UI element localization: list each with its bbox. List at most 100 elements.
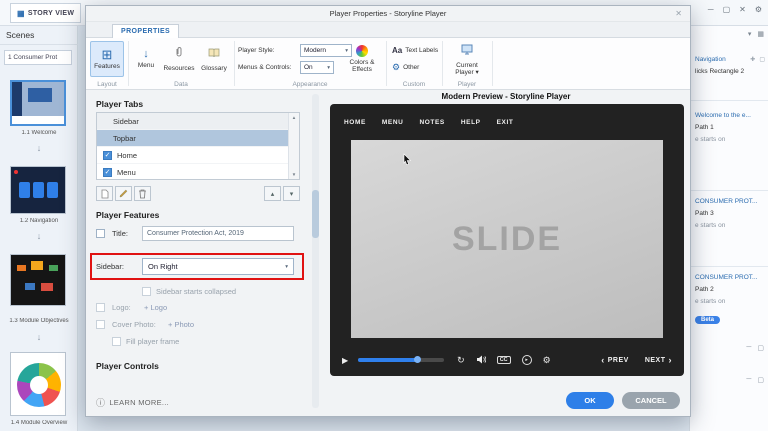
window-controls: ─ ▢ ✕ ⚙	[708, 5, 762, 14]
menu-label: Menu	[138, 62, 154, 69]
current-player-button[interactable]: Current Player ▾	[446, 41, 488, 77]
add-icon[interactable]: ✚	[750, 56, 755, 63]
delete-tab-button[interactable]	[134, 186, 151, 201]
ribbon-group-data: Data	[132, 81, 230, 88]
collapse-icon[interactable]: ─	[746, 376, 751, 384]
logo-checkbox[interactable]	[96, 303, 105, 312]
trigger-group-title[interactable]: Welcome to the e...	[695, 112, 751, 119]
captions-icon[interactable]: CC	[497, 356, 511, 364]
add-photo-link[interactable]: + Photo	[168, 320, 194, 329]
minimize-icon[interactable]: ─	[708, 5, 714, 14]
play-glyph: ▸	[525, 357, 528, 363]
trigger-group-title[interactable]: CONSUMER PROT...	[695, 198, 757, 205]
sidebar-collapsed-checkbox[interactable]	[142, 287, 151, 296]
text-labels-button[interactable]: Aa Text Labels	[392, 46, 438, 55]
scene-list-item[interactable]: 1 Consumer Prot	[4, 50, 72, 65]
player-settings-gear-icon[interactable]: ⚙	[543, 355, 551, 366]
ok-button[interactable]: OK	[566, 392, 614, 409]
cover-photo-checkbox[interactable]	[96, 320, 105, 329]
list-item-label: Menu	[117, 168, 136, 177]
other-button[interactable]: ⚙ Other	[392, 62, 419, 73]
tab-properties[interactable]: PROPERTIES	[112, 24, 179, 38]
trigger-group-title[interactable]: CONSUMER PROT...	[695, 274, 757, 281]
slide-thumbnail-4[interactable]	[10, 352, 66, 416]
slide-thumbnail-3[interactable]	[10, 254, 66, 306]
edit-tab-button[interactable]	[115, 186, 132, 201]
popout-icon[interactable]: ▢	[757, 376, 764, 384]
scenes-panel: Scenes 1 Consumer Prot 1.1 Welcome ↓ 1.2…	[0, 26, 78, 431]
move-down-button[interactable]: ▾	[283, 186, 300, 201]
player-preview-frame: HOME MENU NOTES HELP EXIT SLIDE ▶	[330, 104, 684, 376]
play-circle-icon[interactable]: ▸	[522, 355, 532, 365]
slide-thumbnail-2[interactable]	[10, 166, 66, 214]
trigger-item[interactable]: licks Rectangle 2	[695, 68, 744, 75]
slide-thumbnail-1[interactable]	[10, 80, 66, 126]
preview-nav-notes[interactable]: NOTES	[419, 119, 444, 126]
trigger-item[interactable]: Path 1	[695, 124, 714, 131]
list-item-home[interactable]: ✓ Home	[97, 147, 299, 164]
preview-nav-exit[interactable]: EXIT	[497, 119, 514, 126]
chevron-down-icon: ▾	[327, 65, 330, 71]
resources-button[interactable]: Resources	[162, 41, 196, 77]
divider	[492, 41, 493, 86]
title-value: Consumer Protection Act, 2019	[147, 230, 244, 237]
restore-icon[interactable]: ▢	[723, 5, 731, 14]
popout-icon[interactable]: ▢	[757, 344, 764, 352]
window-close-icon[interactable]: ✕	[739, 5, 746, 14]
colors-effects-button[interactable]: Colors & Effects	[342, 41, 382, 77]
trigger-item[interactable]: Path 3	[695, 210, 714, 217]
preview-nav-home[interactable]: HOME	[344, 119, 366, 126]
preview-nav-help[interactable]: HELP	[461, 119, 481, 126]
preview-control-bar: ▶ ↻ CC ▸ ⚙ ‹ PREV NEX	[342, 351, 672, 369]
replay-icon[interactable]: ↻	[457, 355, 465, 366]
glossary-button[interactable]: Glossary	[198, 41, 230, 77]
volume-icon[interactable]	[476, 355, 486, 366]
prev-button[interactable]: ‹ PREV	[601, 355, 629, 365]
seekbar[interactable]	[358, 358, 444, 362]
pane-scrollbar-thumb[interactable]	[312, 190, 319, 238]
preview-nav-menu[interactable]: MENU	[382, 119, 404, 126]
sidebar-dropdown[interactable]: On Right ▾	[142, 258, 294, 275]
thumb1-art	[12, 116, 64, 124]
move-up-button[interactable]: ▴	[264, 186, 281, 201]
new-doc-icon	[101, 189, 109, 199]
fill-frame-checkbox[interactable]	[112, 337, 121, 346]
trigger-group-title[interactable]: Navigation	[695, 56, 726, 63]
title-checkbox[interactable]	[96, 229, 105, 238]
grid-icon[interactable]: ▦	[757, 30, 764, 38]
new-tab-button[interactable]	[96, 186, 113, 201]
menu-button[interactable]: ↓ Menu	[132, 41, 160, 77]
list-item-menu[interactable]: ✓ Menu	[97, 164, 299, 181]
scroll-up-icon[interactable]: ▲	[292, 115, 296, 120]
list-item-topbar[interactable]: Topbar	[97, 130, 299, 147]
next-button[interactable]: NEXT ›	[645, 355, 672, 365]
add-logo-link[interactable]: + Logo	[144, 303, 167, 312]
list-item-sidebar[interactable]: Sidebar	[97, 113, 299, 130]
dropdown-icon[interactable]: ▾	[748, 30, 752, 38]
prev-chevron-icon: ‹	[601, 355, 605, 365]
learn-more-link[interactable]: ⓘ LEARN MORE...	[96, 396, 169, 409]
home-checkbox[interactable]: ✓	[103, 151, 112, 160]
menus-controls-dropdown[interactable]: On ▾	[300, 61, 334, 74]
tab-story-view[interactable]: ▦ STORY VIEW	[10, 3, 81, 23]
group-action-icons: ✚ ▢	[750, 56, 765, 63]
triggers-toolbar: ▾ ▦	[748, 30, 764, 38]
cancel-button[interactable]: CANCEL	[622, 392, 680, 409]
list-scrollbar[interactable]: ▲ ▼	[288, 113, 299, 179]
dialog-close-icon[interactable]: ✕	[675, 9, 682, 18]
scroll-down-icon[interactable]: ▼	[292, 172, 296, 177]
pane-scrollbar[interactable]	[312, 94, 319, 408]
play-icon[interactable]: ▶	[342, 356, 348, 365]
menu-checkbox[interactable]: ✓	[103, 168, 112, 177]
current-player-label: Current Player ▾	[447, 62, 487, 77]
features-button[interactable]: ⊞ Features	[90, 41, 124, 77]
panel-box-icon[interactable]: ▢	[759, 56, 765, 63]
seekbar-knob[interactable]	[414, 356, 421, 363]
trigger-item[interactable]: Path 2	[695, 286, 714, 293]
settings-gear-icon[interactable]: ⚙	[755, 5, 762, 14]
collapse-icon[interactable]: ─	[746, 344, 751, 352]
title-input[interactable]: Consumer Protection Act, 2019	[142, 226, 294, 241]
dialog-titlebar: Player Properties - Storyline Player	[86, 6, 690, 22]
next-chevron-icon: ›	[669, 355, 673, 365]
thumb2-art	[47, 182, 58, 198]
